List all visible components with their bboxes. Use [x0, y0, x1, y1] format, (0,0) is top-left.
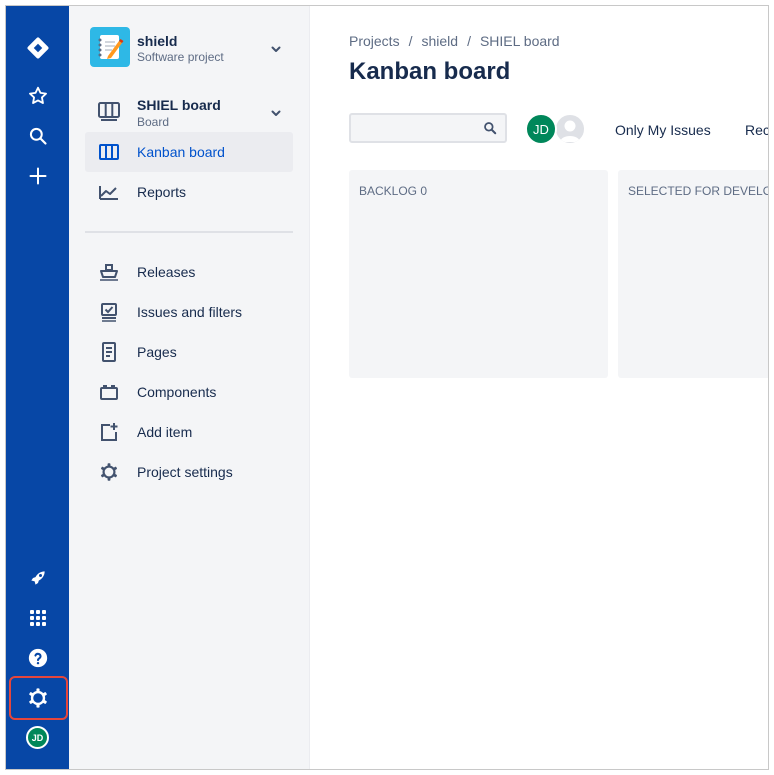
issues-icon — [97, 300, 121, 324]
page-title: Kanban board — [349, 58, 511, 85]
plus-icon[interactable] — [6, 160, 69, 192]
column-name: BACKLOG — [359, 184, 418, 198]
chevron-down-icon[interactable] — [268, 41, 284, 57]
reports-icon — [97, 180, 121, 204]
project-name[interactable]: shield — [137, 33, 177, 49]
jira-logo-icon[interactable] — [6, 32, 69, 64]
column-header: BACKLOG 0 — [359, 184, 427, 198]
page-icon — [97, 340, 121, 364]
app-switcher-icon[interactable] — [6, 602, 69, 634]
main-content: Projects / shield / SHIEL board Kanban board… — [310, 6, 768, 769]
sidebar-item-label: Add item — [137, 424, 193, 440]
sidebar-item-add-item[interactable]: Add item — [85, 412, 293, 452]
global-navigation: JD — [6, 6, 69, 769]
gear-icon[interactable] — [6, 682, 69, 714]
sidebar-item-pages[interactable]: Pages — [85, 332, 293, 372]
rocket-icon[interactable] — [6, 562, 69, 594]
project-sidebar: shield Software project SHIEL board Boar… — [69, 6, 310, 769]
app-window: JD shield Software project SHIEL board B… — [5, 5, 769, 770]
search-icon[interactable] — [6, 120, 69, 152]
unassigned-avatar[interactable] — [554, 113, 586, 145]
sidebar-item-releases[interactable]: Releases — [85, 252, 293, 292]
sidebar-item-kanban-board[interactable]: Kanban board — [85, 132, 293, 172]
add-item-icon — [97, 420, 121, 444]
sidebar-item-label: Pages — [137, 344, 177, 360]
search-input[interactable] — [349, 113, 507, 143]
column-header: SELECTED FOR DEVELOP — [628, 184, 769, 198]
sidebar-item-label: Components — [137, 384, 217, 400]
breadcrumb-separator: / — [467, 33, 471, 49]
user-avatar-filter[interactable]: JD — [525, 113, 557, 145]
sidebar-divider — [85, 231, 293, 233]
notebook-icon — [98, 35, 124, 59]
project-type: Software project — [137, 50, 224, 64]
breadcrumb-board[interactable]: SHIEL board — [480, 33, 560, 49]
breadcrumb-project[interactable]: shield — [421, 33, 458, 49]
column-name: SELECTED FOR DEVELOP — [628, 184, 769, 198]
board-icon — [97, 100, 121, 127]
sidebar-item-label: Issues and filters — [137, 304, 243, 320]
sidebar-item-issues-and-filters[interactable]: Issues and filters — [85, 292, 293, 332]
quick-filter-only-my-issues[interactable]: Only My Issues — [615, 122, 711, 138]
board-type: Board — [137, 115, 170, 129]
board-column-selected-for-development: SELECTED FOR DEVELOP — [618, 170, 769, 378]
sidebar-item-label: Project settings — [137, 464, 233, 480]
chevron-down-icon[interactable] — [268, 105, 284, 121]
sidebar-item-reports[interactable]: Reports — [85, 172, 293, 212]
sidebar-item-label: Kanban board — [137, 144, 225, 160]
user-avatar[interactable]: JD — [26, 726, 49, 749]
sidebar-item-components[interactable]: Components — [85, 372, 293, 412]
gear-icon — [97, 460, 121, 484]
breadcrumb-separator: / — [408, 33, 413, 49]
search-icon — [483, 121, 497, 140]
star-icon[interactable] — [6, 80, 69, 112]
sidebar-item-label: Releases — [137, 264, 196, 280]
project-avatar[interactable] — [90, 27, 130, 67]
sidebar-item-label: Reports — [137, 184, 187, 200]
help-icon[interactable] — [6, 642, 69, 674]
breadcrumb: Projects / shield / SHIEL board — [349, 33, 560, 49]
board-name[interactable]: SHIEL board — [137, 97, 221, 113]
components-icon — [97, 380, 121, 404]
quick-filter-recent[interactable]: Rec — [745, 122, 768, 138]
sidebar-item-project-settings[interactable]: Project settings — [85, 452, 293, 492]
board-column-backlog: BACKLOG 0 — [349, 170, 608, 378]
kanban-board-icon — [97, 140, 121, 164]
column-count: 0 — [420, 184, 428, 198]
person-icon — [560, 120, 580, 142]
breadcrumb-projects[interactable]: Projects — [349, 33, 400, 49]
ship-icon — [97, 260, 121, 284]
